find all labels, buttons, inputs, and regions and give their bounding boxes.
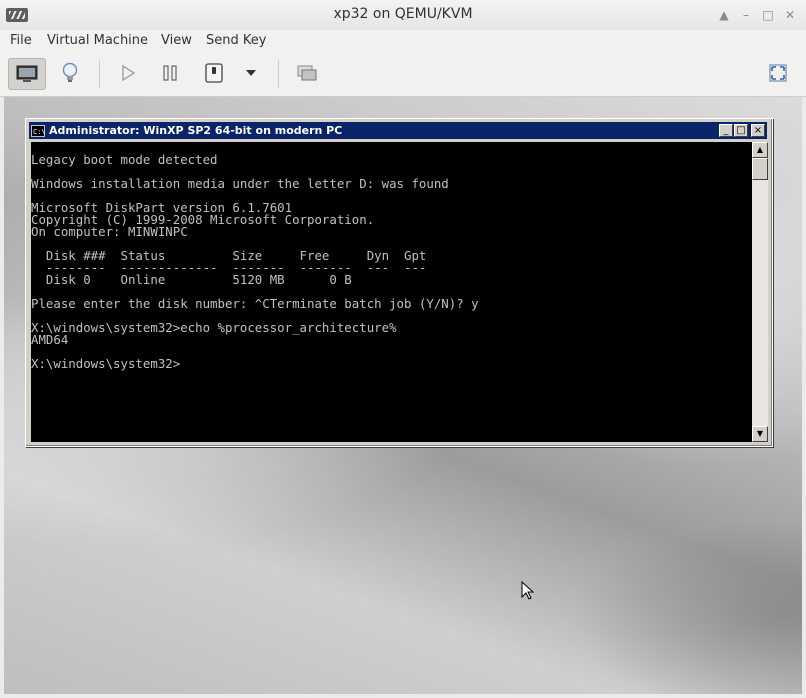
scroll-thumb[interactable]: [752, 158, 768, 180]
lightbulb-icon: [62, 62, 78, 82]
cmd-maximize-button[interactable]: □: [734, 124, 748, 137]
cmd-close-button[interactable]: ×: [751, 124, 765, 137]
menu-file[interactable]: File: [10, 33, 32, 48]
scroll-up-button[interactable]: ▲: [752, 142, 768, 158]
snapshots-button[interactable]: [289, 58, 325, 88]
console-line: Windows installation media under the let…: [31, 176, 449, 191]
menu-send-key[interactable]: Send Key: [206, 33, 266, 48]
play-icon: [122, 64, 136, 82]
menu-virtual-machine[interactable]: Virtual Machine: [47, 33, 148, 48]
console-view-button[interactable]: [8, 58, 46, 90]
cmd-title: Administrator: WinXP SP2 64-bit on moder…: [49, 124, 343, 137]
toolbar-separator: [278, 60, 279, 88]
restore-button[interactable]: □: [760, 7, 776, 23]
snapshots-icon: [297, 65, 317, 81]
cmd-icon[interactable]: C:\: [31, 124, 46, 137]
power-switch-icon: [205, 63, 223, 83]
fullscreen-button[interactable]: [760, 58, 796, 88]
console-line: On computer: MINWINPC: [31, 224, 188, 239]
console-line: AMD64: [31, 332, 69, 347]
console-line: X:\windows\system32>echo %processor_arch…: [31, 320, 397, 335]
vm-display[interactable]: C:\ Administrator: WinXP SP2 64-bit on m…: [4, 97, 802, 694]
details-view-button[interactable]: [52, 58, 88, 88]
menu-view[interactable]: View: [161, 33, 192, 48]
console-line: Please enter the disk number: ^CTerminat…: [31, 296, 479, 311]
scroll-down-button[interactable]: ▼: [752, 426, 768, 442]
mouse-pointer-icon: [521, 581, 535, 600]
shutdown-button[interactable]: [196, 58, 232, 88]
close-button[interactable]: ✕: [782, 7, 798, 23]
menu-bar: File Virtual Machine View Send Key: [0, 30, 806, 52]
fullscreen-icon: [769, 64, 787, 82]
pause-button[interactable]: [152, 58, 188, 88]
maximize-up-icon[interactable]: ▲: [716, 7, 732, 23]
cmd-window[interactable]: C:\ Administrator: WinXP SP2 64-bit on m…: [25, 118, 773, 447]
cmd-console-area[interactable]: Legacy boot mode detected Windows instal…: [31, 142, 752, 442]
toolbar: [0, 52, 806, 97]
console-line: Disk 0 Online 5120 MB 0 B: [31, 272, 352, 287]
run-button[interactable]: [110, 58, 146, 88]
console-prompt: X:\windows\system32>: [31, 356, 181, 371]
console-line: Legacy boot mode detected: [31, 152, 218, 167]
toolbar-separator: [99, 60, 100, 88]
window-title: xp32 on QEMU/KVM: [333, 6, 473, 22]
shutdown-menu-button[interactable]: [236, 58, 266, 88]
chevron-down-icon: [246, 70, 256, 76]
pause-icon: [163, 65, 177, 81]
window-titlebar: xp32 on QEMU/KVM ▲ – □ ✕: [0, 0, 806, 31]
cmd-minimize-button[interactable]: _: [719, 124, 733, 137]
minimize-button[interactable]: –: [738, 7, 754, 23]
monitor-icon: [16, 65, 38, 82]
cmd-titlebar[interactable]: C:\ Administrator: WinXP SP2 64-bit on m…: [29, 122, 767, 139]
cmd-scrollbar[interactable]: ▲ ▼: [752, 142, 768, 442]
virt-viewer-window: xp32 on QEMU/KVM ▲ – □ ✕ File Virtual Ma…: [0, 0, 806, 698]
cmd-output: Legacy boot mode detected Windows instal…: [31, 142, 752, 370]
